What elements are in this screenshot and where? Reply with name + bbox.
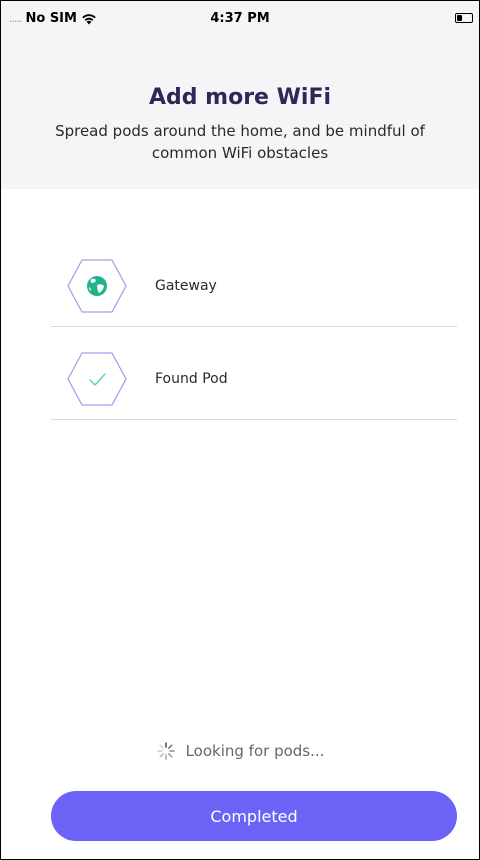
hexagon-icon	[67, 349, 127, 409]
globe-icon	[87, 276, 107, 296]
battery-icon	[455, 13, 473, 23]
pod-label: Found Pod	[155, 371, 228, 387]
pod-row-found-pod[interactable]: Found Pod	[51, 339, 457, 420]
checkmark-icon	[89, 373, 106, 386]
spinner-icon	[156, 742, 175, 760]
status-bar: ..... No SIM 4:37 PM	[1, 1, 479, 41]
searching-indicator: Looking for pods...	[1, 741, 479, 761]
status-time: 4:37 PM	[210, 11, 270, 26]
hexagon-icon	[67, 256, 127, 316]
pod-label: Gateway	[155, 278, 217, 294]
searching-label: Looking for pods...	[185, 742, 325, 760]
screen: ..... No SIM 4:37 PM Add more WiFi Sprea…	[0, 0, 480, 860]
completed-button[interactable]: Completed	[51, 791, 457, 841]
page-subtitle: Spread pods around the home, and be mind…	[55, 122, 425, 162]
page-title: Add more WiFi	[148, 85, 332, 110]
pod-list: Gateway Found Pod	[51, 246, 457, 420]
header: Add more WiFi Spread pods around the hom…	[1, 41, 479, 189]
battery-level	[457, 15, 462, 21]
pod-row-gateway[interactable]: Gateway	[51, 246, 457, 327]
